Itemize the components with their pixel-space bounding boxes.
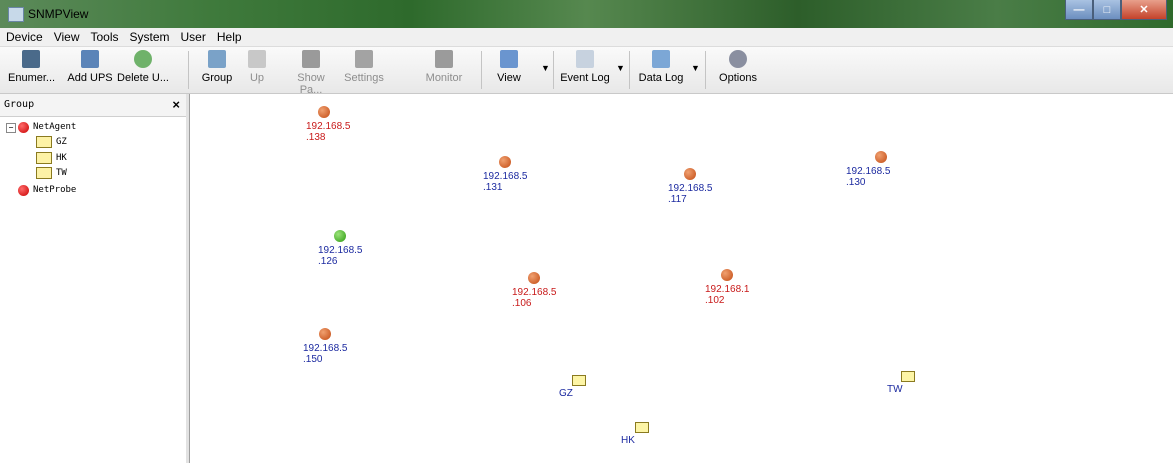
settings-button[interactable]: Settings: [342, 50, 386, 84]
view-icon: [500, 50, 518, 68]
delete-ups-button[interactable]: Delete U...: [116, 50, 170, 84]
device-canvas: 192.168.5 .138 192.168.5 .131 192.168.5 …: [190, 94, 1173, 463]
status-dot-icon: [18, 121, 29, 133]
device-node[interactable]: 192.168.5 .138: [306, 106, 351, 143]
view-dropdown-arrow[interactable]: ▼: [541, 63, 550, 73]
menu-help[interactable]: Help: [211, 28, 247, 44]
show-panel-icon: [302, 50, 320, 68]
toolbar-separator: [188, 51, 189, 89]
device-node[interactable]: 192.168.5 .130: [846, 151, 891, 188]
group-icon: [208, 50, 226, 68]
device-node[interactable]: 192.168.5 .131: [483, 156, 528, 193]
view-button[interactable]: View: [495, 50, 523, 84]
menu-tools[interactable]: Tools: [84, 28, 123, 44]
device-node[interactable]: 192.168.1 .102: [705, 269, 750, 306]
tree-node-netagent[interactable]: NetAgent: [18, 120, 76, 134]
device-node[interactable]: 192.168.5 .106: [512, 272, 557, 309]
group-panel: Group × − NetAgent GZ HK TW NetProbe: [0, 94, 187, 463]
up-button[interactable]: Up: [246, 50, 268, 84]
event-log-icon: [576, 50, 594, 68]
maximize-button[interactable]: □: [1093, 0, 1121, 20]
folder-icon: [901, 371, 915, 382]
close-button[interactable]: ✕: [1121, 0, 1167, 20]
menu-view[interactable]: View: [48, 28, 85, 44]
status-ball-icon: [684, 168, 696, 180]
gear-icon: [729, 50, 747, 68]
device-node[interactable]: 192.168.5 .150: [303, 328, 348, 365]
data-log-icon: [652, 50, 670, 68]
title-bar: SNMPView — □ ✕: [0, 0, 1173, 28]
status-dot-icon: [18, 184, 29, 196]
up-arrow-icon: [248, 50, 266, 68]
tree-node-gz[interactable]: GZ: [36, 135, 67, 149]
group-node-hk[interactable]: HK: [621, 422, 649, 446]
tree-node-tw[interactable]: TW: [36, 166, 67, 180]
group-node-tw[interactable]: TW: [887, 371, 915, 395]
group-panel-header: Group ×: [0, 94, 186, 117]
group-button[interactable]: Group: [198, 50, 236, 84]
window-title: SNMPView: [28, 7, 89, 21]
status-ball-icon: [875, 151, 887, 163]
folder-icon: [36, 136, 52, 148]
data-log-button[interactable]: Data Log: [638, 50, 684, 84]
telescope-icon: [22, 50, 40, 68]
group-panel-title: Group: [4, 99, 35, 110]
toolbar-separator: [705, 51, 706, 89]
event-log-dropdown-arrow[interactable]: ▼: [616, 63, 625, 73]
enumerate-button[interactable]: Enumer...: [8, 50, 55, 84]
toolbar-separator: [629, 51, 630, 89]
folder-icon: [572, 375, 586, 386]
delete-ups-icon: [134, 50, 152, 68]
status-ball-icon: [319, 328, 331, 340]
status-ball-icon: [499, 156, 511, 168]
add-ups-button[interactable]: Add UPS: [64, 50, 116, 84]
status-ball-icon: [528, 272, 540, 284]
status-ball-icon: [721, 269, 733, 281]
menu-device[interactable]: Device: [0, 28, 48, 44]
device-node[interactable]: 192.168.5 .126: [318, 230, 363, 267]
status-ball-icon: [334, 230, 346, 242]
minimize-button[interactable]: —: [1065, 0, 1093, 20]
collapse-icon[interactable]: −: [6, 123, 16, 133]
device-node[interactable]: 192.168.5 .117: [668, 168, 713, 205]
app-icon: [8, 7, 24, 22]
folder-icon: [36, 167, 52, 179]
tree-node-netprobe[interactable]: NetProbe: [18, 183, 76, 197]
add-ups-icon: [81, 50, 99, 68]
monitor-button[interactable]: Monitor: [422, 50, 466, 84]
options-button[interactable]: Options: [717, 50, 759, 84]
tree-node-hk[interactable]: HK: [36, 151, 67, 165]
toolbar-separator: [553, 51, 554, 89]
folder-icon: [635, 422, 649, 433]
toolbar-separator: [481, 51, 482, 89]
menu-bar: Device View Tools System User Help: [0, 28, 1173, 47]
menu-system[interactable]: System: [124, 28, 175, 44]
status-ball-icon: [318, 106, 330, 118]
folder-icon: [36, 152, 52, 164]
show-panel-button[interactable]: Show Pa...: [285, 50, 337, 96]
data-log-dropdown-arrow[interactable]: ▼: [691, 63, 700, 73]
event-log-button[interactable]: Event Log: [560, 50, 610, 84]
group-node-gz[interactable]: GZ: [559, 375, 586, 399]
monitor-icon: [435, 50, 453, 68]
close-icon[interactable]: ×: [172, 97, 180, 112]
menu-user[interactable]: User: [175, 28, 211, 44]
toolbar: Enumer... Add UPS Delete U... Group Up S…: [0, 47, 1173, 96]
settings-icon: [355, 50, 373, 68]
